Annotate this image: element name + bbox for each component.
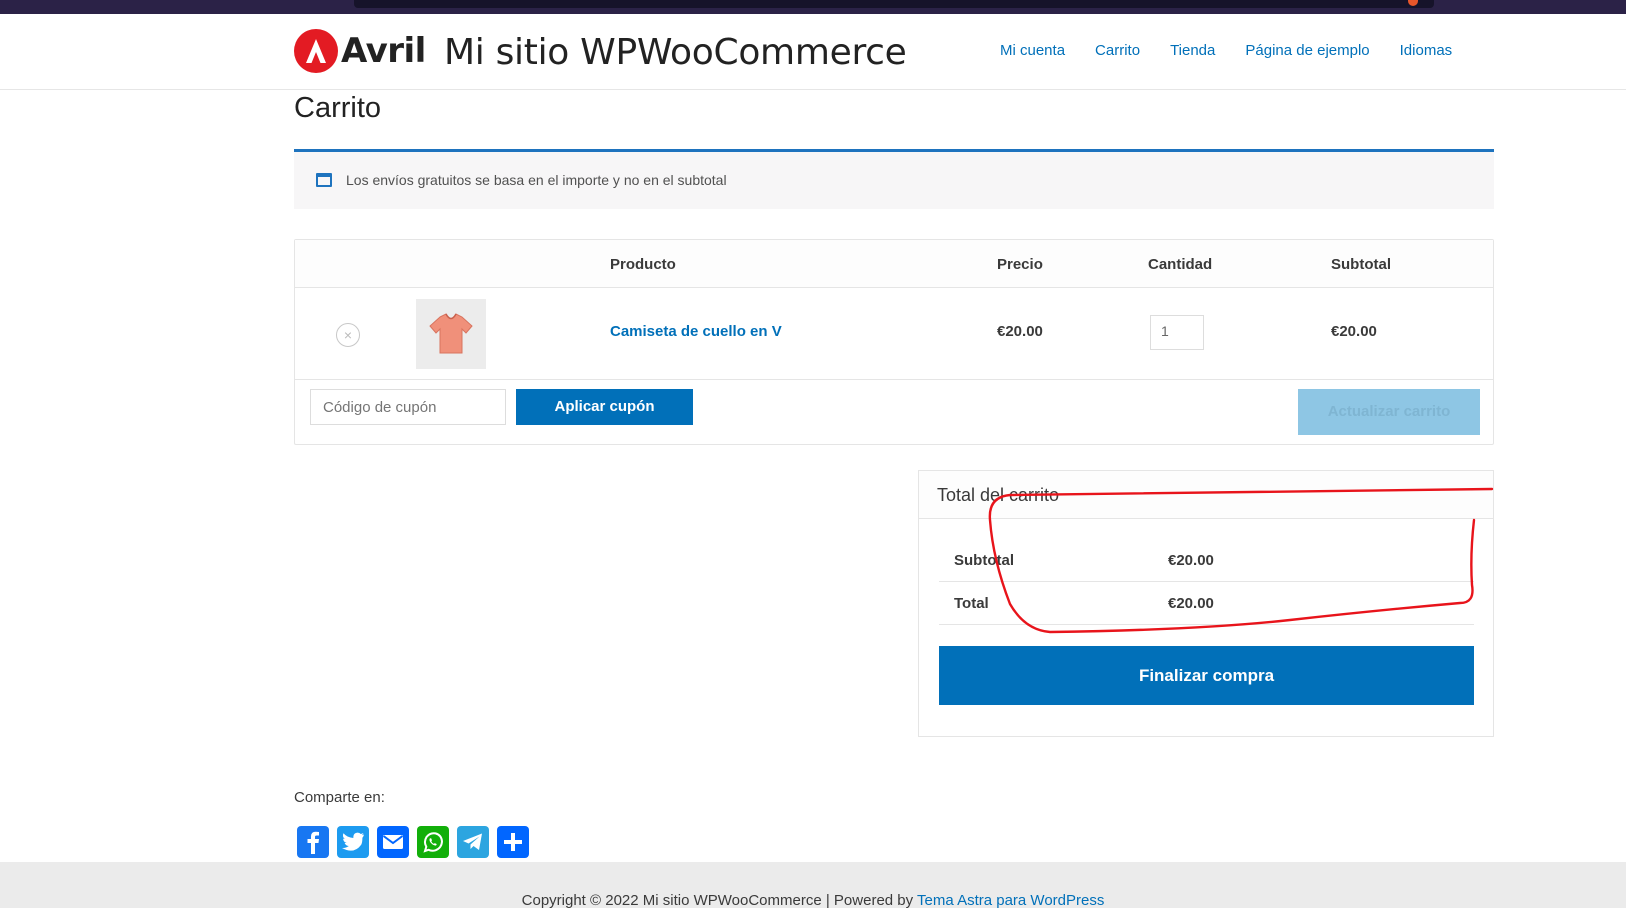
table-row: × Camiseta de cuello en V €20.00 1 €20.0… bbox=[295, 288, 1493, 380]
total-value: €20.00 bbox=[1168, 595, 1214, 612]
telegram-icon[interactable] bbox=[457, 826, 489, 858]
theme-link[interactable]: Tema Astra para WordPress bbox=[917, 892, 1104, 908]
total-row: Total €20.00 bbox=[939, 582, 1474, 625]
product-price: €20.00 bbox=[997, 323, 1043, 340]
email-icon[interactable] bbox=[377, 826, 409, 858]
nav-item-pagina-ejemplo[interactable]: Página de ejemplo bbox=[1245, 42, 1369, 59]
remove-item-icon[interactable]: × bbox=[336, 323, 360, 347]
cart-totals-header: Total del carrito bbox=[919, 471, 1493, 519]
info-notice: Los envíos gratuitos se basa en el impor… bbox=[294, 149, 1494, 209]
whatsapp-icon[interactable] bbox=[417, 826, 449, 858]
subtotal-label: Subtotal bbox=[954, 552, 1014, 569]
window-icon bbox=[316, 173, 332, 187]
red-annotation-scribble bbox=[988, 487, 1494, 634]
apply-coupon-button[interactable]: Aplicar cupón bbox=[516, 389, 693, 425]
site-title[interactable]: Mi sitio WPWooCommerce bbox=[444, 32, 907, 73]
site-logo[interactable]: Avril bbox=[293, 28, 426, 74]
cart-table-header: Producto Precio Cantidad Subtotal bbox=[295, 240, 1493, 288]
header-quantity: Cantidad bbox=[1148, 256, 1213, 273]
site-footer: Copyright © 2022 Mi sitio WPWooCommerce … bbox=[0, 862, 1626, 908]
page-title: Carrito bbox=[294, 92, 382, 124]
browser-toolbar bbox=[0, 0, 1626, 14]
share-buttons bbox=[297, 826, 529, 858]
header-product: Producto bbox=[610, 256, 676, 273]
logo-wordmark: Avril bbox=[341, 31, 426, 71]
share-plus-icon[interactable] bbox=[497, 826, 529, 858]
avril-logo-icon bbox=[294, 29, 338, 73]
total-label: Total bbox=[954, 595, 989, 612]
header-price: Precio bbox=[997, 256, 1043, 273]
cart-table: Producto Precio Cantidad Subtotal × Cami… bbox=[294, 239, 1494, 445]
checkout-button[interactable]: Finalizar compra bbox=[939, 646, 1474, 705]
nav-item-mi-cuenta[interactable]: Mi cuenta bbox=[1000, 42, 1065, 59]
main-nav: Mi cuenta Carrito Tienda Página de ejemp… bbox=[1000, 42, 1482, 59]
copyright-text: Copyright © 2022 Mi sitio WPWooCommerce … bbox=[0, 892, 1626, 908]
site-header: Avril Mi sitio WPWooCommerce Mi cuenta C… bbox=[0, 14, 1626, 90]
cart-totals-title: Total del carrito bbox=[937, 485, 1060, 505]
facebook-icon[interactable] bbox=[297, 826, 329, 858]
coupon-input[interactable] bbox=[310, 389, 506, 425]
product-link[interactable]: Camiseta de cuello en V bbox=[610, 323, 782, 340]
product-subtotal: €20.00 bbox=[1331, 323, 1377, 340]
copyright-prefix: Copyright © 2022 Mi sitio WPWooCommerce … bbox=[521, 892, 918, 908]
subtotal-row: Subtotal €20.00 bbox=[939, 539, 1474, 582]
tshirt-icon bbox=[429, 313, 473, 354]
address-bar[interactable] bbox=[354, 0, 1434, 8]
cart-totals: Total del carrito Subtotal €20.00 Total … bbox=[918, 470, 1494, 737]
subtotal-value: €20.00 bbox=[1168, 552, 1214, 569]
notice-text: Los envíos gratuitos se basa en el impor… bbox=[346, 172, 727, 188]
nav-item-idiomas[interactable]: Idiomas bbox=[1400, 42, 1453, 59]
header-subtotal: Subtotal bbox=[1331, 256, 1391, 273]
twitter-icon[interactable] bbox=[337, 826, 369, 858]
quantity-input[interactable]: 1 bbox=[1150, 315, 1204, 350]
nav-item-tienda[interactable]: Tienda bbox=[1170, 42, 1215, 59]
nav-item-carrito[interactable]: Carrito bbox=[1095, 42, 1140, 59]
update-cart-button[interactable]: Actualizar carrito bbox=[1298, 389, 1480, 435]
product-thumbnail[interactable] bbox=[416, 299, 486, 369]
share-label: Comparte en: bbox=[294, 789, 385, 806]
